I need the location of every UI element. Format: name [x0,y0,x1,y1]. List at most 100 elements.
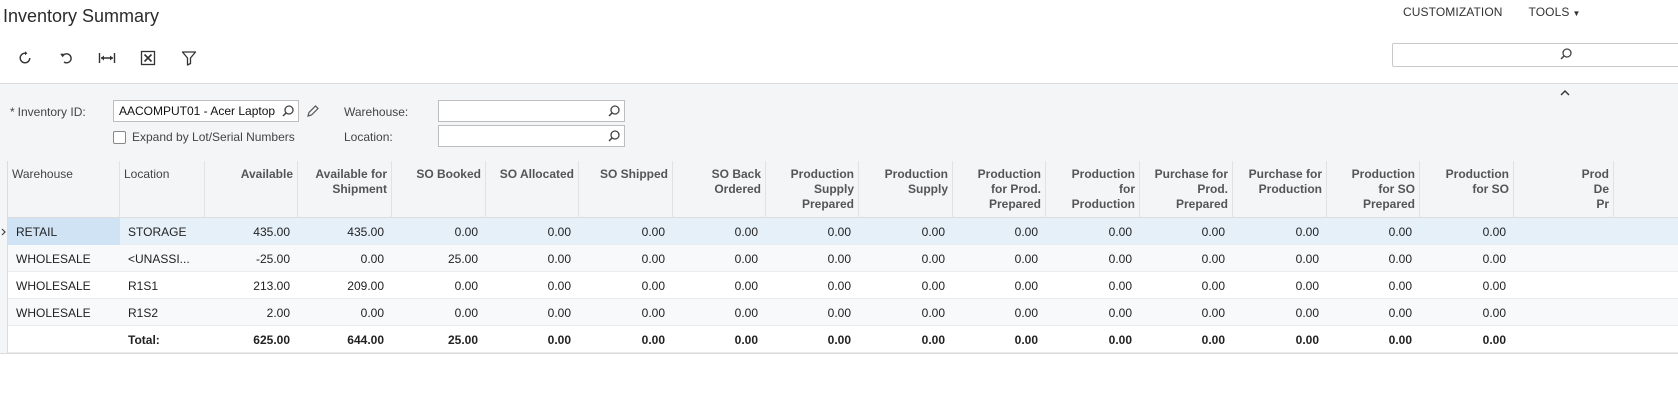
grid-cell[interactable]: 0.00 [1327,245,1420,272]
grid-cell[interactable]: 0.00 [1140,272,1233,299]
search-icon[interactable] [282,105,294,118]
grid-cell[interactable]: 2.00 [205,299,298,326]
grid-cell[interactable]: 0.00 [1046,299,1140,326]
row-selector[interactable] [0,245,8,272]
grid-settings-handle[interactable] [0,161,8,218]
grid-cell[interactable]: 0.00 [486,299,579,326]
fit-columns-button[interactable] [86,48,127,68]
grid-cell[interactable]: 0.00 [673,218,766,245]
grid-cell[interactable]: 0.00 [1140,245,1233,272]
grid-cell[interactable]: 0.00 [673,245,766,272]
column-header[interactable]: Production Supply [859,161,953,218]
grid-cell[interactable]: 0.00 [953,218,1046,245]
grid-cell[interactable]: 0.00 [579,218,673,245]
grid-cell[interactable]: 0.00 [1046,218,1140,245]
column-header[interactable]: Available for Shipment [298,161,392,218]
grid-cell[interactable]: 0.00 [673,299,766,326]
expand-lot-serial-checkbox[interactable] [113,131,126,144]
column-header[interactable]: Location [120,161,205,218]
column-header[interactable]: Prod De Pr [1514,161,1614,218]
grid-cell[interactable]: WHOLESALE [8,299,120,326]
grid-cell[interactable]: 0.00 [579,272,673,299]
grid-cell[interactable]: 435.00 [205,218,298,245]
grid-cell[interactable]: 0.00 [298,245,392,272]
row-selector[interactable] [0,272,8,299]
grid-cell[interactable]: 0.00 [859,272,953,299]
grid-cell[interactable]: 0.00 [392,272,486,299]
grid-cell[interactable]: 0.00 [579,299,673,326]
grid-cell[interactable]: STORAGE [120,218,205,245]
table-row[interactable]: WHOLESALE R1S2 2.00 0.00 0.00 0.00 0.00 0.00 0.0… [0,299,1678,326]
grid-cell[interactable]: 0.00 [766,245,859,272]
grid-cell[interactable]: <UNASSI... [120,245,205,272]
column-header[interactable]: Warehouse [8,161,120,218]
grid-cell[interactable]: 0.00 [1233,272,1327,299]
column-header[interactable]: Production for Prod. Prepared [953,161,1046,218]
column-header[interactable]: Production Supply Prepared [766,161,859,218]
column-header[interactable]: Purchase for Production [1233,161,1327,218]
tools-menu[interactable]: TOOLS ▼ [1529,5,1581,19]
grid-cell[interactable]: R1S1 [120,272,205,299]
grid-cell[interactable]: 0.00 [1233,218,1327,245]
grid-cell[interactable]: 0.00 [1046,245,1140,272]
grid-cell[interactable]: 0.00 [486,245,579,272]
grid-cell[interactable]: 0.00 [859,299,953,326]
grid-cell[interactable]: WHOLESALE [8,272,120,299]
grid-cell[interactable]: 209.00 [298,272,392,299]
grid-cell[interactable]: 0.00 [1327,218,1420,245]
column-header[interactable]: Purchase for Prod. Prepared [1140,161,1233,218]
grid-cell[interactable]: 0.00 [1233,299,1327,326]
column-header[interactable]: SO Allocated [486,161,579,218]
inventory-id-field[interactable]: AACOMPUT01 - Acer Laptop [113,100,299,122]
grid-cell[interactable]: 0.00 [1233,245,1327,272]
column-header[interactable]: SO Booked [392,161,486,218]
grid-cell[interactable]: 0.00 [766,299,859,326]
search-icon[interactable] [1560,48,1572,61]
grid-cell[interactable]: 0.00 [673,272,766,299]
grid-cell[interactable]: 0.00 [859,218,953,245]
filter-button[interactable] [168,48,209,68]
grid-cell[interactable]: 0.00 [392,218,486,245]
row-selector[interactable] [0,218,8,245]
export-excel-button[interactable] [127,48,168,68]
grid-cell[interactable]: 213.00 [205,272,298,299]
grid-cell[interactable]: 0.00 [1420,299,1514,326]
grid-cell[interactable]: 0.00 [859,245,953,272]
column-header[interactable]: SO Shipped [579,161,673,218]
grid-cell[interactable]: 0.00 [953,299,1046,326]
grid-cell[interactable]: R1S2 [120,299,205,326]
row-selector[interactable] [0,326,8,353]
undo-button[interactable] [45,48,86,68]
grid-cell[interactable]: 0.00 [392,299,486,326]
grid-cell[interactable]: 435.00 [298,218,392,245]
search-input[interactable] [1392,43,1678,67]
grid-cell[interactable]: 0.00 [1420,272,1514,299]
grid-cell[interactable]: 0.00 [766,272,859,299]
grid-cell[interactable]: 0.00 [766,218,859,245]
grid-cell[interactable]: 0.00 [1046,272,1140,299]
collapse-chevron-icon[interactable] [1560,89,1570,97]
location-field[interactable] [438,125,625,147]
edit-pencil-icon[interactable] [306,105,319,118]
column-header[interactable]: Production for SO Prepared [1327,161,1420,218]
column-header[interactable]: Production for SO [1420,161,1514,218]
customization-menu[interactable]: CUSTOMIZATION [1403,5,1503,19]
grid-cell[interactable]: 0.00 [1140,299,1233,326]
column-header[interactable]: Production for Production [1046,161,1140,218]
grid-cell[interactable]: 0.00 [298,299,392,326]
row-selector[interactable] [0,299,8,326]
grid-cell[interactable]: 25.00 [392,245,486,272]
grid-cell[interactable]: 0.00 [953,272,1046,299]
table-row[interactable]: RETAIL STORAGE 435.00 435.00 0.00 0.00 0.00 0.0… [0,218,1678,245]
column-header[interactable]: SO Back Ordered [673,161,766,218]
column-header[interactable]: Available [205,161,298,218]
grid-cell[interactable]: 0.00 [1140,218,1233,245]
grid-cell[interactable]: WHOLESALE [8,245,120,272]
grid-cell[interactable]: 0.00 [1327,272,1420,299]
grid-cell[interactable]: 0.00 [1327,299,1420,326]
search-icon[interactable] [608,105,620,118]
warehouse-field[interactable] [438,100,625,122]
grid-cell[interactable]: RETAIL [8,218,120,245]
grid-cell[interactable]: 0.00 [486,218,579,245]
grid-cell[interactable]: -25.00 [205,245,298,272]
